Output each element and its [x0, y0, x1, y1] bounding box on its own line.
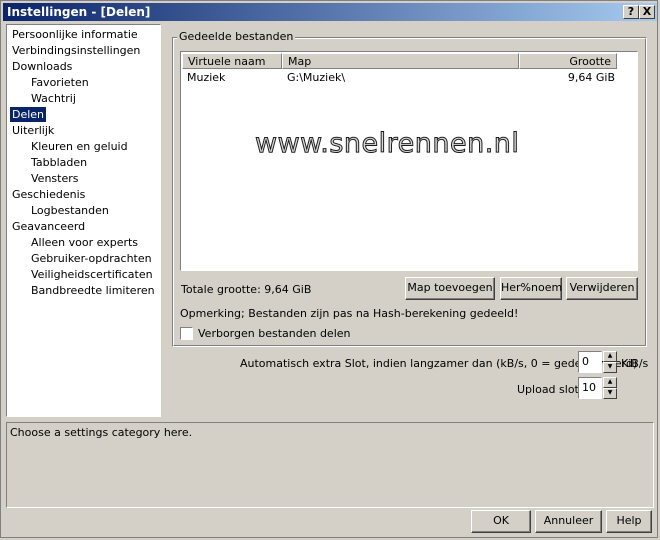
tree-item-veiligheidscertificaten[interactable]: Veiligheidscertificaten: [29, 267, 155, 282]
tree-item-logbestanden[interactable]: Logbestanden: [29, 203, 111, 218]
total-size-label: Totale grootte: 9,64 GiB: [181, 283, 312, 296]
category-tree[interactable]: Persoonlijke informatie Verbindingsinste…: [6, 24, 161, 417]
help-button[interactable]: Help: [606, 510, 652, 533]
tree-item-alleen-voor-experts[interactable]: Alleen voor experts: [29, 235, 140, 250]
tree-item-delen[interactable]: Delen: [10, 107, 47, 122]
rename-button[interactable]: Her%noem: [500, 277, 562, 300]
tree-item-tabbladen[interactable]: Tabbladen: [29, 155, 89, 170]
tree-item-geschiedenis[interactable]: Geschiedenis: [10, 187, 87, 202]
upload-slots-down-icon[interactable]: ▼: [603, 388, 617, 399]
row-path[interactable]: G:\Muziek\: [287, 70, 345, 85]
extra-slot-unit: KiB/s: [621, 357, 649, 370]
column-header-virtual-name[interactable]: Virtuele naam: [182, 53, 282, 69]
tree-item-uiterlijk[interactable]: Uiterlijk: [10, 123, 56, 138]
extra-slot-up-icon[interactable]: ▲: [603, 351, 617, 362]
window-title: Instellingen - [Delen]: [7, 5, 151, 19]
cancel-button[interactable]: Annuleer: [535, 510, 602, 533]
remove-button[interactable]: Verwijderen: [566, 277, 638, 300]
title-bar[interactable]: Instellingen - [Delen] ? X: [3, 3, 657, 21]
hash-note: Opmerking; Bestanden zijn pas na Hash-be…: [180, 307, 519, 320]
add-folder-button[interactable]: Map toevoegen: [405, 277, 495, 300]
upload-slots-input[interactable]: 10: [578, 377, 602, 399]
share-hidden-label[interactable]: Verborgen bestanden delen: [198, 327, 351, 340]
close-button[interactable]: X: [639, 5, 655, 19]
upload-slots-label: Upload slots: [517, 383, 585, 396]
tree-item-vensters[interactable]: Vensters: [29, 171, 80, 186]
description-panel: Choose a settings category here.: [6, 422, 654, 508]
shared-folders-list[interactable]: Virtuele naam Map Grootte Muziek G:\Muzi…: [180, 51, 638, 271]
tree-item-bandbreedte-limiteren[interactable]: Bandbreedte limiteren: [29, 283, 157, 298]
extra-slot-down-icon[interactable]: ▼: [603, 362, 617, 373]
tree-item-persoonlijke-informatie[interactable]: Persoonlijke informatie: [10, 27, 140, 42]
column-header-size[interactable]: Grootte: [519, 53, 617, 69]
tree-item-geavanceerd[interactable]: Geavanceerd: [10, 219, 87, 234]
share-hidden-checkbox[interactable]: [180, 327, 193, 340]
description-text: Choose a settings category here.: [10, 426, 193, 439]
extra-slot-input[interactable]: 0: [578, 351, 602, 373]
tree-item-downloads[interactable]: Downloads: [10, 59, 74, 74]
row-virtual-name[interactable]: Muziek: [187, 70, 225, 85]
upload-slots-up-icon[interactable]: ▲: [603, 377, 617, 388]
ok-button[interactable]: OK: [471, 510, 531, 533]
shared-files-group-title: Gedeelde bestanden: [177, 30, 296, 43]
tree-item-verbindingsinstellingen[interactable]: Verbindingsinstellingen: [10, 43, 142, 58]
column-header-path[interactable]: Map: [282, 53, 519, 69]
row-size[interactable]: 9,64 GiB: [521, 70, 615, 85]
tree-item-wachtrij[interactable]: Wachtrij: [29, 91, 78, 106]
help-title-button[interactable]: ?: [623, 5, 639, 19]
tree-item-gebruiker-opdrachten[interactable]: Gebruiker-opdrachten: [29, 251, 154, 266]
tree-item-favorieten[interactable]: Favorieten: [29, 75, 91, 90]
tree-item-kleuren-en-geluid[interactable]: Kleuren en geluid: [29, 139, 130, 154]
